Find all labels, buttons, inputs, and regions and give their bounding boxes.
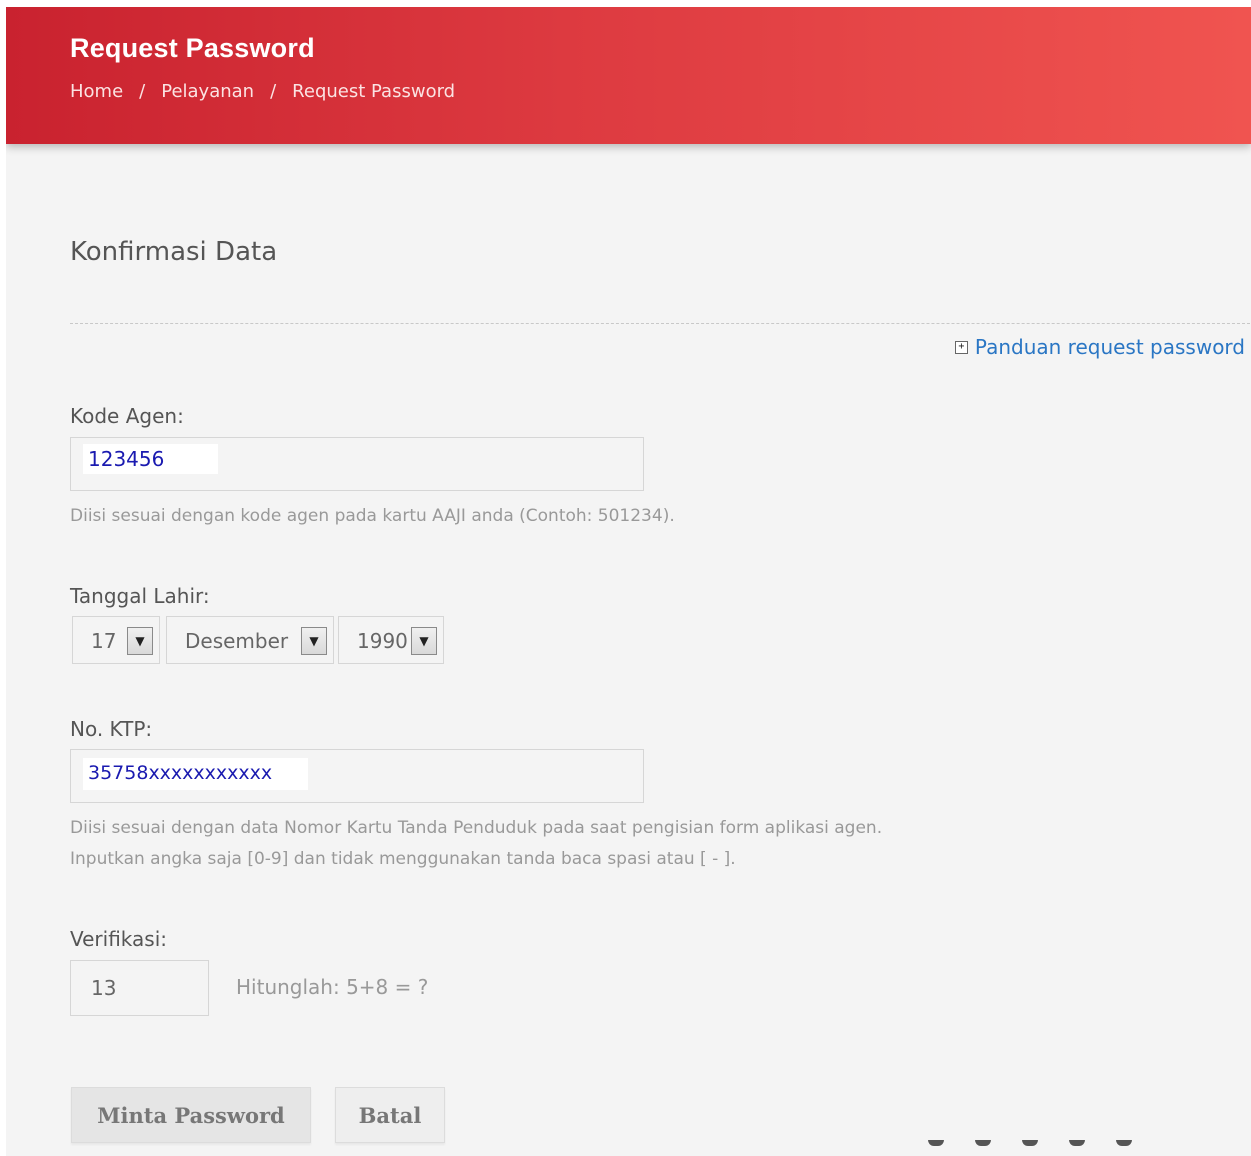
verifikasi-value: 13: [91, 976, 117, 1000]
minta-password-button[interactable]: Minta Password: [71, 1087, 311, 1143]
verifikasi-input[interactable]: 13: [70, 960, 209, 1016]
guide-link-label: Panduan request password: [974, 335, 1245, 359]
breadcrumb-current: Request Password: [292, 81, 456, 102]
kode-agen-help: Diisi sesuai dengan kode agen pada kartu…: [70, 506, 675, 526]
breadcrumb-separator: /: [270, 81, 277, 102]
page-title: Request Password: [70, 33, 315, 63]
ktp-input[interactable]: 35758xxxxxxxxxxx: [70, 749, 644, 803]
breadcrumb: Home / Pelayanan / Request Password: [70, 81, 455, 102]
chevron-down-icon: ▼: [301, 627, 327, 655]
chevron-down-icon: ▼: [411, 627, 437, 655]
month-select-value: Desember: [185, 629, 289, 653]
carousel-dot[interactable]: [975, 1140, 991, 1146]
carousel-dots: [928, 1140, 1132, 1146]
carousel-dot[interactable]: [928, 1140, 944, 1146]
month-select[interactable]: Desember ▼: [166, 616, 334, 664]
year-select-value: 1990: [357, 629, 408, 653]
year-select[interactable]: 1990 ▼: [338, 616, 444, 664]
page-header: Request Password Home / Pelayanan / Requ…: [6, 7, 1251, 144]
day-select[interactable]: 17 ▼: [72, 616, 160, 664]
ktp-help-line1: Diisi sesuai dengan data Nomor Kartu Tan…: [70, 818, 883, 838]
plus-box-icon: +: [954, 340, 968, 354]
guide-link[interactable]: + Panduan request password: [954, 335, 1245, 359]
carousel-dot[interactable]: [1116, 1140, 1132, 1146]
breadcrumb-separator: /: [139, 81, 146, 102]
breadcrumb-pelayanan[interactable]: Pelayanan: [161, 81, 254, 102]
ktp-value: 35758xxxxxxxxxxx: [83, 758, 308, 790]
carousel-dot[interactable]: [1069, 1140, 1085, 1146]
breadcrumb-home[interactable]: Home: [70, 81, 123, 102]
section-title: Konfirmasi Data: [70, 237, 278, 267]
kode-agen-input[interactable]: 123456: [70, 437, 644, 491]
kode-agen-value: 123456: [83, 444, 218, 474]
carousel-dot[interactable]: [1022, 1140, 1038, 1146]
chevron-down-icon: ▼: [127, 627, 153, 655]
ktp-help-line2: Inputkan angka saja [0-9] dan tidak meng…: [70, 849, 736, 869]
kode-agen-label: Kode Agen:: [70, 404, 184, 428]
batal-button[interactable]: Batal: [335, 1087, 445, 1143]
page-frame: Request Password Home / Pelayanan / Requ…: [6, 7, 1251, 1156]
tanggal-lahir-label: Tanggal Lahir:: [70, 584, 210, 608]
day-select-value: 17: [91, 629, 117, 653]
verifikasi-label: Verifikasi:: [70, 927, 168, 951]
ktp-label: No. KTP:: [70, 717, 153, 741]
captcha-question: Hitunglah: 5+8 = ?: [236, 975, 429, 999]
section-divider: [70, 323, 1250, 324]
